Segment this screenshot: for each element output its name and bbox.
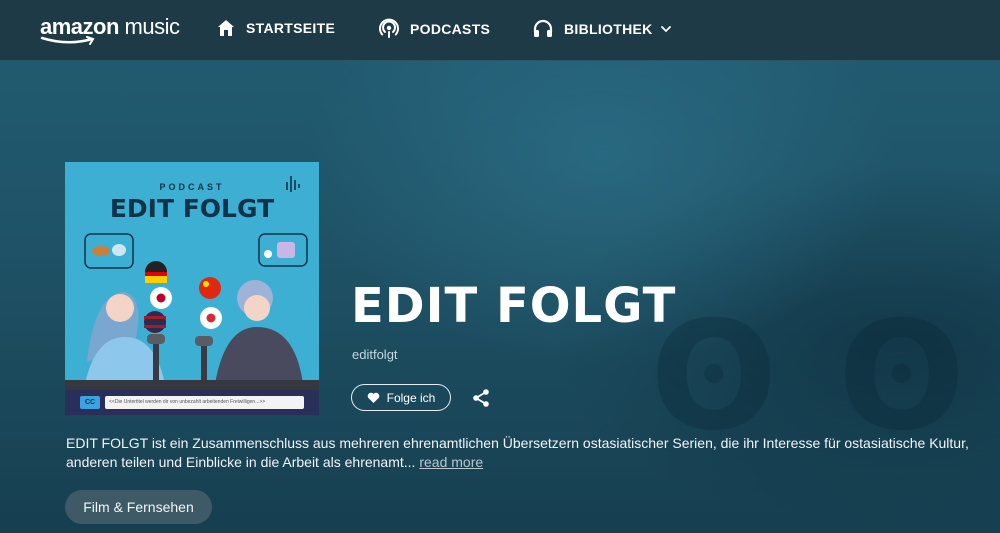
cover-subtitle-strip: <<Die Untertitel werden dir von unbezahl…: [105, 396, 304, 409]
podcast-cover-art: PODCAST EDIT FOLGT CC <<Die Untertitel w…: [65, 162, 319, 415]
amazon-music-logo[interactable]: amazon music: [40, 14, 180, 48]
description-line-2-text: anderen teilen und Einblicke in die Arbe…: [66, 454, 416, 470]
top-navigation: amazon music STARTSEITE PODCASTS BIBLIOT…: [0, 0, 1000, 61]
share-icon: [473, 389, 489, 407]
show-description: EDIT FOLGT ist ein Zusammenschluss aus m…: [66, 434, 1000, 472]
podcast-icon: [379, 18, 399, 38]
nav-bibliothek[interactable]: BIBLIOTHEK: [532, 18, 681, 40]
read-more-link[interactable]: read more: [419, 454, 483, 470]
follow-button[interactable]: Folge ich: [351, 384, 451, 411]
cover-subtitle-bar: CC <<Die Untertitel werden dir von unbez…: [65, 390, 319, 415]
cover-illustration: [65, 176, 319, 390]
home-icon: [218, 20, 234, 36]
share-button[interactable]: [471, 388, 491, 413]
cover-cc-badge: CC: [80, 396, 100, 409]
show-title: EDIT FOLGT: [351, 278, 677, 334]
nav-bibliothek-label: BIBLIOTHEK: [564, 21, 653, 37]
heart-icon: [367, 392, 379, 403]
amazon-smile-icon: [40, 36, 95, 45]
nav-startseite[interactable]: STARTSEITE: [216, 18, 335, 38]
chevron-down-icon: [660, 25, 671, 32]
nav-startseite-label: STARTSEITE: [246, 20, 336, 36]
description-line-2: anderen teilen und Einblicke in die Arbe…: [66, 453, 1000, 472]
nav-podcasts-label: PODCASTS: [410, 21, 491, 37]
follow-button-label: Folge ich: [386, 390, 436, 405]
headphones-icon: [533, 19, 553, 37]
logo-product: music: [124, 14, 180, 39]
show-author[interactable]: editfolgt: [352, 347, 398, 362]
genre-chip[interactable]: Film & Fernsehen: [65, 490, 212, 524]
description-line-1: EDIT FOLGT ist ein Zusammenschluss aus m…: [66, 435, 969, 451]
genre-chip-label: Film & Fernsehen: [83, 499, 194, 515]
nav-podcasts[interactable]: PODCASTS: [378, 18, 490, 40]
